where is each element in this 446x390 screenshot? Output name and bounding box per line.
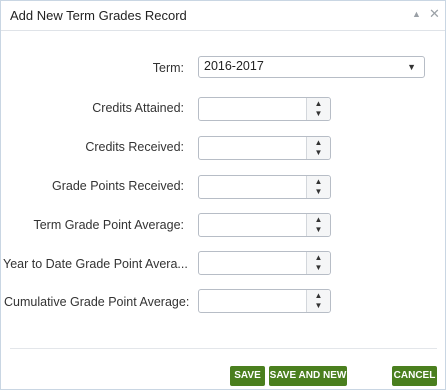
decrement-icon[interactable]: ▼ [307,262,330,273]
ytd-gpa-stepper: ▲ ▼ [198,251,331,275]
cumulative-gpa-stepper: ▲ ▼ [198,289,331,313]
dialog-titlebar: Add New Term Grades Record ▲ ✕ [1,1,445,31]
term-value: 2016-2017 [204,59,264,73]
credits-received-stepper: ▲ ▼ [198,136,331,160]
credits-attained-label: Credits Attained: [92,101,184,115]
credits-received-spinner: ▲ ▼ [306,137,330,159]
term-gpa-input[interactable] [202,216,302,233]
grade-points-received-label: Grade Points Received: [51,179,184,193]
cumulative-gpa-input[interactable] [202,292,302,309]
term-select[interactable]: 2016-2017 ▼ [198,56,425,78]
term-gpa-label: Term Grade Point Average: [33,218,184,232]
cumulative-gpa-spinner: ▲ ▼ [306,290,330,312]
ytd-gpa-input[interactable] [202,254,302,271]
credits-received-input[interactable] [202,139,302,156]
decrement-icon[interactable]: ▼ [307,108,330,119]
term-label: Term: [152,61,184,75]
grade-points-received-input[interactable] [202,178,302,195]
close-icon[interactable]: ✕ [429,6,440,22]
ytd-gpa-label: Year to Date Grade Point Avera... [3,257,188,271]
save-and-new-button[interactable]: SAVE AND NEW [269,366,347,386]
term-gpa-stepper: ▲ ▼ [198,213,331,237]
decrement-icon[interactable]: ▼ [307,147,330,158]
ytd-gpa-spinner: ▲ ▼ [306,252,330,274]
credits-attained-spinner: ▲ ▼ [306,98,330,120]
collapse-icon[interactable]: ▲ [412,9,421,19]
credits-received-label: Credits Received: [85,140,184,154]
decrement-icon[interactable]: ▼ [307,186,330,197]
footer-divider [10,348,437,349]
decrement-icon[interactable]: ▼ [307,224,330,235]
credits-attained-stepper: ▲ ▼ [198,97,331,121]
add-term-grades-dialog: Add New Term Grades Record ▲ ✕ Term: 201… [0,0,446,390]
term-gpa-spinner: ▲ ▼ [306,214,330,236]
save-button[interactable]: SAVE [230,366,265,386]
chevron-down-icon: ▼ [407,62,416,72]
decrement-icon[interactable]: ▼ [307,300,330,311]
credits-attained-input[interactable] [202,100,302,117]
dialog-title: Add New Term Grades Record [10,8,187,23]
cancel-button[interactable]: CANCEL [392,366,437,386]
grade-points-received-spinner: ▲ ▼ [306,176,330,198]
grade-points-received-stepper: ▲ ▼ [198,175,331,199]
cumulative-gpa-label: Cumulative Grade Point Average: [4,295,190,309]
